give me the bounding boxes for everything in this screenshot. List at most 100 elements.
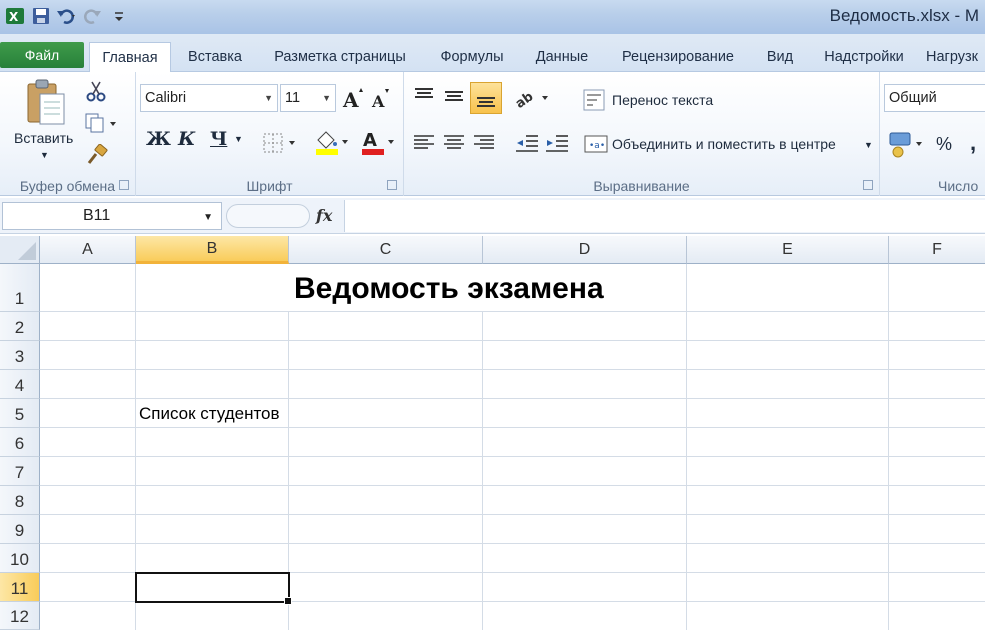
- row-header-1[interactable]: 1: [0, 264, 40, 312]
- selected-cell-b11[interactable]: [135, 572, 292, 605]
- row-header-11[interactable]: 11: [0, 573, 40, 602]
- number-format-value: Общий: [889, 90, 937, 106]
- wrap-text-button[interactable]: Перенос текста: [612, 92, 713, 108]
- redo-icon[interactable]: [82, 5, 104, 27]
- column-header-b[interactable]: B: [136, 236, 289, 264]
- row-header-12[interactable]: 12: [0, 602, 40, 630]
- gridline: [40, 543, 985, 544]
- align-middle-icon[interactable]: [442, 84, 466, 108]
- cell-b5-text[interactable]: Список студентов: [139, 404, 280, 424]
- underline-button[interactable]: Ч: [210, 128, 227, 150]
- worksheet-grid[interactable]: A B C D E F 1 2 3 4 5 6 7 8 9 10 11 12 В…: [0, 236, 985, 630]
- alignment-group-label: Выравнивание: [593, 178, 690, 194]
- number-format-combo[interactable]: Общий: [884, 84, 985, 112]
- quick-access-toolbar: X: [4, 5, 130, 27]
- merge-center-icon[interactable]: •a•: [584, 134, 610, 154]
- font-size-combo[interactable]: 11 ▼: [280, 84, 336, 112]
- undo-icon[interactable]: [56, 5, 78, 27]
- row-header-7[interactable]: 7: [0, 457, 40, 486]
- row-header-10[interactable]: 10: [0, 544, 40, 573]
- tab-insert[interactable]: Вставка: [178, 42, 252, 72]
- insert-function-icon[interactable]: fx: [316, 206, 332, 225]
- tab-addins[interactable]: Надстройки: [812, 42, 916, 72]
- format-painter-icon[interactable]: [86, 144, 108, 166]
- tab-data[interactable]: Данные: [526, 42, 598, 72]
- formula-input[interactable]: [344, 200, 985, 232]
- tab-view[interactable]: Вид: [756, 42, 804, 72]
- row-header-3[interactable]: 3: [0, 341, 40, 370]
- row-header-9[interactable]: 9: [0, 515, 40, 544]
- fill-color-icon[interactable]: [314, 128, 350, 156]
- borders-icon[interactable]: [262, 132, 300, 154]
- name-box[interactable]: B11 ▼: [2, 202, 222, 230]
- accounting-format-icon[interactable]: [888, 130, 924, 158]
- merge-center-button[interactable]: Объединить и поместить в центре: [612, 136, 836, 152]
- gridline: [888, 264, 889, 630]
- shrink-font-icon[interactable]: A: [370, 86, 394, 110]
- customize-qat-icon[interactable]: [108, 5, 130, 27]
- row-header-8[interactable]: 8: [0, 486, 40, 515]
- alignment-launcher-icon[interactable]: [863, 180, 873, 190]
- paste-icon[interactable]: [22, 78, 68, 128]
- name-box-value: B11: [83, 207, 111, 224]
- underline-dropdown-icon[interactable]: ▼: [234, 134, 243, 144]
- save-icon[interactable]: [30, 5, 52, 27]
- alignment-group: ab Перенос текста •a• Объединить и помес…: [404, 72, 880, 196]
- align-right-icon[interactable]: [472, 132, 496, 154]
- svg-text:•a•: •a•: [589, 141, 605, 151]
- column-header-d[interactable]: D: [483, 236, 687, 264]
- row-header-6[interactable]: 6: [0, 428, 40, 457]
- font-color-icon[interactable]: A: [360, 128, 396, 156]
- column-header-a[interactable]: A: [40, 236, 136, 264]
- align-left-icon[interactable]: [412, 132, 436, 154]
- gridline: [40, 514, 985, 515]
- italic-button[interactable]: К: [178, 128, 195, 150]
- tab-page-layout[interactable]: Разметка страницы: [262, 42, 418, 72]
- font-group: Calibri ▼ 11 ▼ A A Ж К Ч ▼ A Шрифт: [136, 72, 404, 196]
- increase-indent-icon[interactable]: [544, 132, 570, 154]
- tab-review[interactable]: Рецензирование: [610, 42, 746, 72]
- font-name-combo[interactable]: Calibri ▼: [140, 84, 278, 112]
- paste-dropdown-icon[interactable]: ▼: [40, 150, 49, 160]
- font-launcher-icon[interactable]: [387, 180, 397, 190]
- column-header-f[interactable]: F: [889, 236, 985, 264]
- align-bottom-icon[interactable]: [470, 82, 502, 114]
- title-bar: X Ведомость.xlsx - M: [0, 0, 985, 34]
- select-all-button[interactable]: [0, 236, 40, 264]
- row-header-4[interactable]: 4: [0, 370, 40, 399]
- chevron-down-icon: ▼: [322, 93, 331, 103]
- chevron-down-icon: ▼: [203, 212, 213, 223]
- gridline: [40, 311, 985, 312]
- percent-button[interactable]: %: [936, 134, 952, 155]
- copy-icon[interactable]: [84, 112, 118, 134]
- bold-button[interactable]: Ж: [146, 128, 171, 150]
- column-header-e[interactable]: E: [687, 236, 889, 264]
- row-header-5[interactable]: 5: [0, 399, 40, 428]
- tab-formulas[interactable]: Формулы: [428, 42, 516, 72]
- svg-text:ab: ab: [513, 89, 536, 108]
- gridline: [40, 340, 985, 341]
- orientation-icon[interactable]: ab: [512, 86, 552, 108]
- decrease-indent-icon[interactable]: [514, 132, 540, 154]
- gridline: [40, 398, 985, 399]
- align-center-icon[interactable]: [442, 132, 466, 154]
- align-top-icon[interactable]: [412, 84, 436, 108]
- tab-home[interactable]: Главная: [89, 42, 171, 73]
- clipboard-launcher-icon[interactable]: [119, 180, 129, 190]
- svg-text:A: A: [363, 130, 377, 151]
- number-group: Общий % , Число: [880, 72, 985, 196]
- wrap-text-icon[interactable]: [582, 88, 608, 112]
- row-header-2[interactable]: 2: [0, 312, 40, 341]
- formula-bar-resize-handle[interactable]: [226, 204, 310, 228]
- comma-style-button[interactable]: ,: [970, 130, 976, 156]
- column-header-c[interactable]: C: [289, 236, 483, 264]
- cell-c1-title[interactable]: Ведомость экзамена: [294, 272, 604, 306]
- merge-dropdown-icon[interactable]: ▼: [864, 140, 873, 150]
- excel-app-icon[interactable]: X: [4, 5, 26, 27]
- font-size-value: 11: [285, 90, 301, 106]
- paste-button[interactable]: Вставить: [14, 130, 73, 146]
- tab-file[interactable]: Файл: [0, 42, 84, 68]
- grow-font-icon[interactable]: A: [342, 86, 366, 110]
- tab-workload[interactable]: Нагрузк: [926, 42, 985, 72]
- cut-icon[interactable]: [86, 80, 106, 102]
